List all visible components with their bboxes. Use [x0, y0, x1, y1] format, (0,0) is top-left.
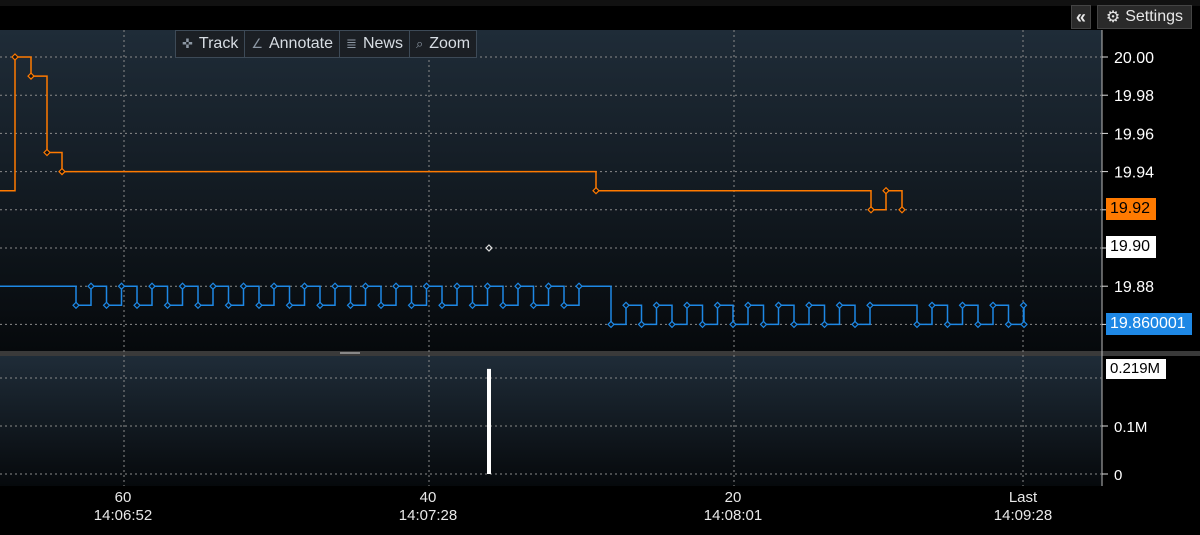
volume-panel	[0, 356, 1102, 486]
pencil-icon: ∠	[251, 36, 263, 51]
news-tool-button[interactable]: ≣ News	[340, 31, 410, 57]
zoom-tool-button[interactable]: ⌕ Zoom	[410, 31, 476, 57]
time-label-40: 40 14:07:28	[368, 489, 488, 525]
price-panel	[0, 30, 1102, 351]
price-tick-label: 19.96	[1114, 126, 1154, 143]
panel-divider[interactable]	[0, 351, 1200, 356]
annotate-tool-button[interactable]: ∠ Annotate	[245, 31, 341, 57]
list-icon: ≣	[346, 36, 357, 51]
volume-tick-label: 0.1M	[1114, 419, 1147, 436]
track-tool-button[interactable]: ✜ Track	[176, 31, 246, 57]
chart-area[interactable]: 20.00 19.98 19.96 19.94 19.88 0.1M 0	[0, 0, 1200, 535]
ask-price-marker: 19.92	[1106, 198, 1157, 220]
magnifier-icon: ⌕	[415, 36, 424, 51]
volume-tick-label: 0	[1114, 467, 1122, 484]
time-label-top: 60	[114, 489, 132, 506]
annotate-label: Annotate	[268, 35, 334, 52]
price-tick-label: 20.00	[1114, 50, 1154, 67]
price-tick-label: 19.88	[1114, 279, 1154, 296]
crosshair-icon: ✜	[182, 36, 193, 51]
bid-price-marker: 19.860001	[1106, 313, 1192, 335]
time-label-bottom: 14:08:01	[703, 507, 763, 524]
time-label-20: 20 14:08:01	[673, 489, 793, 525]
time-label-top: 40	[419, 489, 437, 506]
time-label-bottom: 14:06:52	[93, 507, 153, 524]
axis-ticks: 20.00 19.98 19.96 19.94 19.88 0.1M 0	[1102, 50, 1154, 484]
last-price-marker: 19.90	[1106, 236, 1157, 258]
volume-marker: 0.219M	[1106, 359, 1167, 379]
time-label-last: Last 14:09:28	[963, 489, 1083, 525]
time-label-bottom: 14:09:28	[993, 507, 1053, 524]
price-tick-label: 19.94	[1114, 165, 1154, 182]
price-tick-label: 19.98	[1114, 88, 1154, 105]
time-label-top: Last	[1008, 489, 1038, 506]
track-label: Track	[198, 35, 239, 52]
time-label-60: 60 14:06:52	[63, 489, 183, 525]
chart-toolbar: ✜ Track ∠ Annotate ≣ News ⌕ Zoom	[175, 30, 478, 58]
divider-handle[interactable]	[340, 352, 360, 354]
time-label-bottom: 14:07:28	[398, 507, 458, 524]
news-label: News	[362, 35, 403, 52]
volume-bar	[487, 368, 491, 474]
zoom-label: Zoom	[429, 35, 471, 52]
time-label-top: 20	[724, 489, 742, 506]
